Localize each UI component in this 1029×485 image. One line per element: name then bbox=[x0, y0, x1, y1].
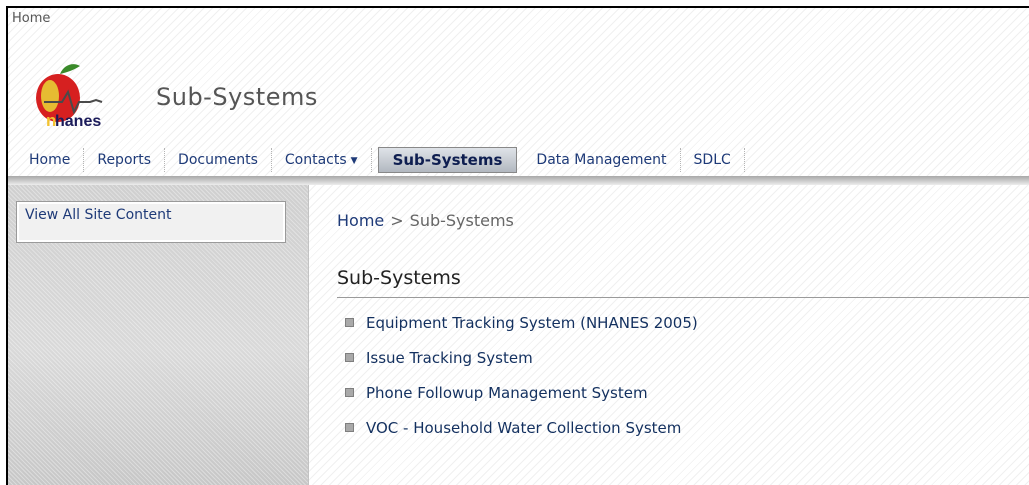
breadcrumb-separator: > bbox=[390, 211, 404, 230]
breadcrumb-current: Sub-Systems bbox=[409, 211, 514, 230]
page-title: Sub-Systems bbox=[337, 267, 461, 289]
breadcrumb: Home > Sub-Systems bbox=[337, 211, 514, 230]
chevron-down-icon[interactable]: ▼ bbox=[351, 156, 358, 166]
subsystem-link[interactable]: VOC - Household Water Collection System bbox=[366, 419, 681, 437]
page-frame: Home n hanes Sub-Systems Home Reports Do… bbox=[6, 6, 1029, 485]
subsystems-list: Equipment Tracking System (NHANES 2005) … bbox=[335, 305, 698, 445]
square-bullet-icon bbox=[345, 423, 354, 432]
nav-contacts[interactable]: Contacts ▼ bbox=[272, 148, 372, 172]
top-breadcrumb[interactable]: Home bbox=[12, 11, 50, 26]
heading-divider bbox=[337, 297, 1029, 298]
list-item[interactable]: VOC - Household Water Collection System bbox=[335, 410, 698, 445]
nav-reports[interactable]: Reports bbox=[84, 148, 166, 172]
main-content: Home > Sub-Systems Sub-Systems Equipment T… bbox=[309, 185, 1029, 485]
apple-highlight bbox=[41, 80, 59, 112]
nav-contacts-label: Contacts bbox=[284, 152, 347, 168]
top-navigation: Home Reports Documents Contacts ▼ Sub-Sys… bbox=[16, 145, 1029, 175]
nav-data-management[interactable]: Data Management bbox=[523, 148, 681, 172]
list-item[interactable]: Issue Tracking System bbox=[335, 340, 698, 375]
square-bullet-icon bbox=[345, 318, 354, 327]
subsystem-link[interactable]: Equipment Tracking System (NHANES 2005) bbox=[366, 314, 698, 332]
breadcrumb-home[interactable]: Home bbox=[337, 211, 384, 230]
list-item[interactable]: Phone Followup Management System bbox=[335, 375, 698, 410]
site-title: Sub-Systems bbox=[156, 83, 318, 111]
nav-home[interactable]: Home bbox=[16, 148, 85, 172]
nav-sub-systems[interactable]: Sub-Systems bbox=[377, 147, 518, 173]
square-bullet-icon bbox=[345, 353, 354, 362]
logo-text: hanes bbox=[55, 113, 101, 128]
view-all-site-content-link[interactable]: View All Site Content bbox=[16, 201, 286, 243]
list-item[interactable]: Equipment Tracking System (NHANES 2005) bbox=[335, 305, 698, 340]
nav-documents[interactable]: Documents bbox=[165, 148, 272, 172]
subsystem-link[interactable]: Phone Followup Management System bbox=[366, 384, 648, 402]
leaf-icon bbox=[60, 64, 80, 74]
square-bullet-icon bbox=[345, 388, 354, 397]
subsystem-link[interactable]: Issue Tracking System bbox=[366, 349, 533, 367]
nav-divider bbox=[8, 176, 1029, 185]
nhanes-logo[interactable]: n hanes bbox=[24, 56, 134, 128]
sidebar: View All Site Content bbox=[8, 185, 309, 485]
nav-sdlc[interactable]: SDLC bbox=[681, 148, 745, 172]
